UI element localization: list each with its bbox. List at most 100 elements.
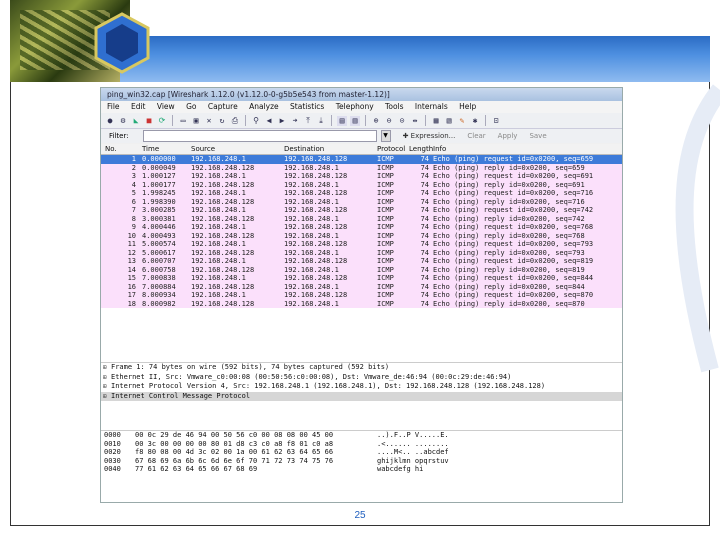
packet-row[interactable]: 4 1.000177 192.168.248.128 192.168.248.1 ICM… xyxy=(101,180,622,189)
go-forward-icon[interactable]: ▶ xyxy=(277,116,287,126)
packet-row[interactable]: 5 1.998245 192.168.248.1 192.168.248.128 ICM… xyxy=(101,189,622,198)
restart-capture-icon[interactable]: ⟳ xyxy=(157,116,167,126)
packet-length: 74 xyxy=(420,180,429,189)
menu-go[interactable]: Go xyxy=(186,102,196,111)
capture-options-icon[interactable]: ⚙ xyxy=(118,116,128,126)
packet-time: 3.000381 xyxy=(142,214,176,223)
display-filter-input[interactable] xyxy=(142,130,377,142)
detail-tree-item[interactable]: ⊞ Internet Control Message Protocol xyxy=(101,391,622,402)
col-info[interactable]: Info xyxy=(433,144,622,154)
menu-telephony[interactable]: Telephony xyxy=(336,102,374,111)
col-length[interactable]: Length xyxy=(409,144,433,154)
go-to-packet-icon[interactable]: ➜ xyxy=(290,116,300,126)
print-icon[interactable]: ⎙ xyxy=(230,116,240,126)
packet-destination: 192.168.248.1 xyxy=(284,214,339,223)
hex-bytes: 00 0c 29 de 46 94 00 50 56 c0 00 08 08 0… xyxy=(135,431,334,439)
clear-button[interactable]: Clear xyxy=(467,132,485,140)
hex-offset: 0000 xyxy=(104,431,121,439)
wireshark-window: ping_win32.cap [Wireshark 1.12.0 (v1.12.… xyxy=(100,87,623,503)
detail-text: Internet Control Message Protocol xyxy=(111,391,251,400)
zoom-in-icon[interactable]: ⊕ xyxy=(371,116,381,126)
expand-icon[interactable]: ⊞ xyxy=(103,382,111,392)
packet-no: 1 xyxy=(131,155,136,163)
close-file-icon[interactable]: ✕ xyxy=(204,116,214,126)
menu-analyze[interactable]: Analyze xyxy=(249,102,279,111)
hex-offset: 0020 xyxy=(104,448,121,456)
packet-row[interactable]: 10 4.000493 192.168.248.128 192.168.248.1 IC… xyxy=(101,231,622,240)
packet-row[interactable]: 17 8.000934 192.168.248.1 192.168.248.128 IC… xyxy=(101,291,622,300)
hex-offset: 0040 xyxy=(104,465,121,473)
toolbar-separator xyxy=(172,115,173,126)
menu-statistics[interactable]: Statistics xyxy=(290,102,324,111)
help-icon[interactable]: ⊡ xyxy=(491,116,501,126)
packet-row[interactable]: 16 7.000884 192.168.248.128 192.168.248.1 IC… xyxy=(101,282,622,291)
col-source[interactable]: Source xyxy=(191,144,284,154)
menu-help[interactable]: Help xyxy=(459,102,476,111)
save-button[interactable]: Save xyxy=(529,132,546,140)
resize-columns-icon[interactable]: ⇹ xyxy=(410,116,420,126)
packet-row[interactable]: 8 3.000381 192.168.248.128 192.168.248.1 ICM… xyxy=(101,214,622,223)
filter-dropdown-icon[interactable]: ▼ xyxy=(380,130,391,142)
hex-row: 0010 00 3c 00 00 00 00 80 01 d8 c3 c0 a8 … xyxy=(101,440,622,449)
detail-tree-item[interactable]: ⊞ Internet Protocol Version 4, Src: 192.1… xyxy=(101,382,622,392)
menu-file[interactable]: File xyxy=(107,102,120,111)
apply-button[interactable]: Apply xyxy=(498,132,518,140)
save-file-icon[interactable]: ▣ xyxy=(191,116,201,126)
menu-internals[interactable]: Internals xyxy=(415,102,448,111)
packet-source: 192.168.248.1 xyxy=(191,257,246,265)
packet-row[interactable]: 9 4.000446 192.168.248.1 192.168.248.128 ICM… xyxy=(101,223,622,232)
zoom-normal-icon[interactable]: ⊙ xyxy=(397,116,407,126)
preferences-icon[interactable]: ✱ xyxy=(470,116,480,126)
stop-capture-icon[interactable]: ■ xyxy=(144,116,154,126)
packet-row[interactable]: 12 5.000617 192.168.248.128 192.168.248.1 IC… xyxy=(101,248,622,257)
expand-icon[interactable]: ⊞ xyxy=(103,363,111,373)
filter-label: Filter: xyxy=(109,132,129,140)
list-interfaces-icon[interactable]: ● xyxy=(105,116,115,126)
hex-bytes: 77 61 62 63 64 65 66 67 68 69 xyxy=(135,465,258,473)
packet-row[interactable]: 14 6.000758 192.168.248.128 192.168.248.1 IC… xyxy=(101,265,622,274)
colorize-icon[interactable]: ▤ xyxy=(337,115,347,126)
detail-tree-item[interactable]: ⊞ Frame 1: 74 bytes on wire (592 bits), 7… xyxy=(101,363,622,373)
packet-row[interactable]: 11 5.000574 192.168.248.1 192.168.248.128 IC… xyxy=(101,240,622,249)
packet-row[interactable]: 6 1.998390 192.168.248.128 192.168.248.1 ICM… xyxy=(101,197,622,206)
packet-length: 74 xyxy=(420,274,429,282)
expand-icon[interactable]: ⊞ xyxy=(103,373,111,383)
go-first-icon[interactable]: ⤒ xyxy=(303,116,313,126)
packet-row[interactable]: 13 6.000707 192.168.248.1 192.168.248.128 IC… xyxy=(101,257,622,266)
start-capture-icon[interactable]: ◣ xyxy=(131,116,141,126)
capture-filters-icon[interactable]: ▦ xyxy=(431,116,441,126)
autoscroll-icon[interactable]: ▥ xyxy=(350,115,360,126)
menu-capture[interactable]: Capture xyxy=(208,102,238,111)
menu-tools[interactable]: Tools xyxy=(385,102,403,111)
col-time[interactable]: Time xyxy=(139,144,191,154)
reload-icon[interactable]: ↻ xyxy=(217,116,227,126)
packet-length: 74 xyxy=(420,214,429,223)
detail-tree-item[interactable]: ⊞ Ethernet II, Src: Vmware_c0:00:08 (00:5… xyxy=(101,373,622,383)
expand-icon[interactable]: ⊞ xyxy=(103,392,111,402)
packet-time: 4.000446 xyxy=(142,223,176,231)
packet-row[interactable]: 15 7.000838 192.168.248.1 192.168.248.128 IC… xyxy=(101,274,622,283)
zoom-out-icon[interactable]: ⊖ xyxy=(384,116,394,126)
packet-info: Echo (ping) reply id=0x0200, seq=819 xyxy=(433,265,585,274)
menu-view[interactable]: View xyxy=(157,102,175,111)
packet-row[interactable]: 1 0.000000 192.168.248.1 192.168.248.128 ICM… xyxy=(101,155,622,164)
col-no[interactable]: No. xyxy=(101,144,139,154)
packet-time: 5.000574 xyxy=(142,240,176,248)
go-back-icon[interactable]: ◀ xyxy=(264,116,274,126)
toolbar-separator xyxy=(245,115,246,126)
packet-source: 192.168.248.128 xyxy=(191,282,255,291)
display-filters-icon[interactable]: ▧ xyxy=(444,116,454,126)
packet-row[interactable]: 18 8.000982 192.168.248.128 192.168.248.1 IC… xyxy=(101,299,622,308)
packet-row[interactable]: 2 0.000049 192.168.248.128 192.168.248.1 ICM… xyxy=(101,163,622,172)
col-destination[interactable]: Destination xyxy=(284,144,377,154)
menu-edit[interactable]: Edit xyxy=(131,102,146,111)
coloring-rules-icon[interactable]: ✎ xyxy=(457,116,467,126)
col-protocol[interactable]: Protocol xyxy=(377,144,409,154)
find-icon[interactable]: ⚲ xyxy=(251,116,261,126)
open-file-icon[interactable]: ▭ xyxy=(178,116,188,126)
packet-source: 192.168.248.128 xyxy=(191,299,255,308)
packet-row[interactable]: 7 3.000285 192.168.248.1 192.168.248.128 ICM… xyxy=(101,206,622,215)
go-last-icon[interactable]: ⤓ xyxy=(316,116,326,126)
packet-row[interactable]: 3 1.000127 192.168.248.1 192.168.248.128 ICM… xyxy=(101,172,622,181)
expression-button[interactable]: ✚ Expression... xyxy=(403,132,456,140)
